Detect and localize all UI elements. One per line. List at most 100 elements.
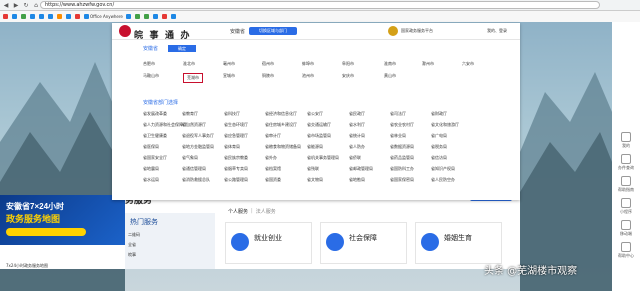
dept-option[interactable]: 省体育局	[224, 144, 240, 150]
dept-option[interactable]: 省农业农村厅	[390, 122, 414, 128]
bookmark-item[interactable]	[3, 14, 9, 19]
address-bar[interactable]: https://www.ahzwfw.gov.cn/	[40, 1, 600, 9]
dept-option[interactable]: 省水利厅	[349, 122, 365, 128]
dept-option[interactable]: 省卫生健康委	[143, 133, 167, 139]
bookmark-item[interactable]	[30, 14, 36, 19]
dept-option[interactable]: 省地震局	[143, 166, 159, 172]
city-option[interactable]: 池州市	[302, 73, 314, 79]
dept-option[interactable]: 省公路管理局	[224, 177, 248, 183]
dept-option[interactable]: 省地勘局	[349, 177, 365, 183]
city-option[interactable]: 淮北市	[183, 61, 195, 67]
hot-item[interactable]: 全省	[128, 242, 136, 248]
reload-icon[interactable]: ↻	[22, 1, 30, 9]
dept-option[interactable]: 省林业局	[390, 133, 406, 139]
dept-option[interactable]: 省国防科工办	[390, 166, 414, 172]
dept-option[interactable]: 省交通运输厅	[307, 122, 331, 128]
dept-option[interactable]: 省地方金融监管局	[182, 144, 214, 150]
tab-personal[interactable]: 个人服务	[228, 208, 248, 215]
sidebar-item[interactable]: 我的	[614, 132, 638, 149]
bookmark-item[interactable]	[39, 14, 45, 19]
dept-option[interactable]: 省粮食和物资储备局	[265, 144, 301, 150]
dept-option[interactable]: 省发展改革委	[143, 111, 167, 117]
sidebar-item[interactable]: 帮助中心	[614, 242, 638, 259]
city-option[interactable]: 蚌埠市	[302, 61, 314, 67]
bookmark-item[interactable]	[152, 14, 159, 19]
service-card[interactable]: 就业创业	[225, 222, 312, 264]
service-card[interactable]: 社会保障	[320, 222, 407, 264]
city-option[interactable]: 宣城市	[223, 73, 235, 79]
province-label[interactable]: 安徽省	[143, 45, 158, 52]
site-logo-text[interactable]: 皖 事 通 办	[134, 28, 192, 41]
dept-option[interactable]: 省财政厅	[431, 111, 447, 117]
dept-option[interactable]: 省国家保密局	[390, 177, 414, 183]
dept-option[interactable]: 省公安厅	[307, 111, 323, 117]
dept-option[interactable]: 省档案馆	[265, 166, 281, 172]
home-icon[interactable]: ⌂	[32, 1, 40, 9]
dept-option[interactable]: 省知识产权局	[431, 166, 455, 172]
city-option[interactable]: 黄山市	[384, 73, 396, 79]
city-option[interactable]: 铜陵市	[262, 73, 274, 79]
dept-option[interactable]: 省科技厅	[224, 111, 240, 117]
bookmark-item[interactable]	[75, 14, 81, 19]
sidebar-item[interactable]: 办件查询	[614, 154, 638, 171]
dept-option[interactable]: 省文化和旅游厅	[431, 122, 459, 128]
city-option[interactable]: 芜湖市	[183, 73, 203, 83]
hot-item[interactable]: 二维码	[128, 232, 140, 238]
service-card[interactable]: 婚姻生育	[415, 222, 502, 264]
dept-option[interactable]: 省住房城乡建设厅	[265, 122, 297, 128]
dept-option[interactable]: 省人民防空办	[431, 177, 455, 183]
bookmark-item[interactable]	[57, 14, 63, 19]
sidebar-item[interactable]: 帮助指南	[614, 176, 638, 193]
dept-option[interactable]: 省市场监管局	[307, 133, 331, 139]
national-platform-link[interactable]: 国家政务服务平台	[401, 28, 433, 34]
sidebar-item[interactable]: 移动端	[614, 220, 638, 237]
bookmark-item[interactable]: Office Anywhere	[84, 14, 123, 19]
city-option[interactable]: 合肥市	[143, 61, 155, 67]
bookmark-item[interactable]	[48, 14, 54, 19]
city-option[interactable]: 亳州市	[223, 61, 235, 67]
bookmark-item[interactable]	[134, 14, 141, 19]
sidebar-item[interactable]: 小程序	[614, 198, 638, 215]
login-link[interactable]: 我的、登录	[487, 28, 507, 34]
city-option[interactable]: 宿州市	[262, 61, 274, 67]
dept-option[interactable]: 省数据资源局	[390, 144, 414, 150]
dept-option[interactable]: 省气象局	[182, 155, 198, 161]
dept-option[interactable]: 省烟草专卖局	[224, 166, 248, 172]
dept-option[interactable]: 省广电局	[431, 133, 447, 139]
dept-option[interactable]: 省生态环境厅	[224, 122, 248, 128]
bookmark-item[interactable]	[66, 14, 72, 19]
dept-option[interactable]: 省医保局	[143, 144, 159, 150]
dept-option[interactable]: 省人防办	[349, 144, 365, 150]
dept-option[interactable]: 省自然资源厅	[182, 122, 206, 128]
dept-option[interactable]: 省应急管理厅	[224, 133, 248, 139]
bookmark-item[interactable]	[143, 14, 150, 19]
city-option[interactable]: 安庆市	[342, 73, 354, 79]
dept-option[interactable]: 省文物局	[307, 177, 323, 183]
dept-option[interactable]: 省教育厅	[182, 111, 198, 117]
switch-region-button[interactable]: 切换区域与部门	[249, 27, 297, 35]
city-option[interactable]: 六安市	[462, 61, 474, 67]
dept-option[interactable]: 省民族宗教委	[224, 155, 248, 161]
banner-caption[interactable]: 7x24小时政务服务地图	[6, 263, 48, 269]
service-map-banner[interactable]: 安徽省7×24小时 政务服务地图	[0, 195, 125, 245]
dept-option[interactable]: 省通信管理局	[182, 166, 206, 172]
city-option[interactable]: 马鞍山市	[143, 73, 159, 79]
bookmark-item[interactable]	[170, 14, 177, 19]
dept-option[interactable]: 省药品监管局	[390, 155, 414, 161]
city-option[interactable]: 阜阳市	[342, 61, 354, 67]
back-icon[interactable]: ◀	[2, 1, 10, 9]
city-option[interactable]: 淮南市	[384, 61, 396, 67]
dept-option[interactable]: 省国家安全厅	[143, 155, 167, 161]
forward-icon[interactable]: ▶	[12, 1, 20, 9]
confirm-button[interactable]: 确定	[168, 45, 197, 52]
dept-option[interactable]: 省国资委	[265, 177, 281, 183]
dept-option[interactable]: 省民政厅	[349, 111, 365, 117]
dept-option[interactable]: 省经济和信息化厅	[265, 111, 297, 117]
bookmark-item[interactable]	[125, 14, 132, 19]
dept-option[interactable]: 省外办	[265, 155, 277, 161]
dept-option[interactable]: 省水运局	[143, 177, 159, 183]
dept-option[interactable]: 省人力资源和社会保障厅	[143, 122, 187, 128]
tab-legal[interactable]: 法人服务	[256, 208, 276, 215]
bookmark-item[interactable]	[161, 14, 168, 19]
bookmark-item[interactable]	[21, 14, 27, 19]
